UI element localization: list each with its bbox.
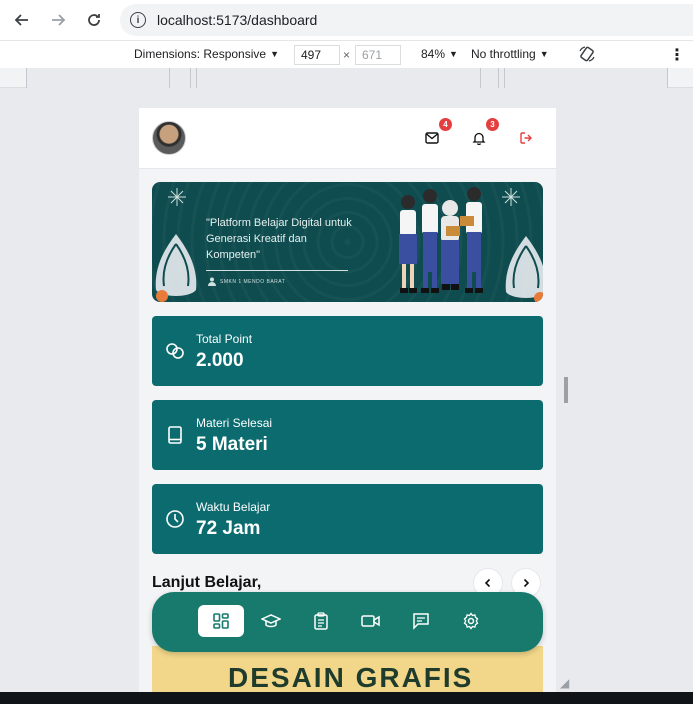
flower-ornament-left [168, 188, 186, 206]
chat-icon [413, 613, 429, 630]
zoom-dropdown[interactable]: 84% ▼ [421, 47, 458, 61]
graduation-cap-icon [261, 614, 281, 628]
info-icon[interactable]: i [130, 12, 146, 28]
forward-button[interactable] [46, 8, 70, 32]
throttling-dropdown[interactable]: No throttling ▼ [471, 47, 549, 61]
bottom-navigation [152, 592, 543, 652]
dimensions-label: Dimensions: Responsive [134, 47, 267, 61]
stat-label: Total Point [196, 332, 253, 346]
caret-down-icon: ▼ [449, 49, 458, 59]
ruler-tick [480, 68, 481, 88]
throttling-label: No throttling [471, 47, 536, 61]
flower-ornament-right [502, 188, 520, 206]
wayang-ornament-right [505, 236, 543, 302]
stat-card-waktu-belajar: Waktu Belajar 72 Jam [152, 484, 543, 554]
arrow-right-icon [52, 14, 66, 26]
nav-dashboard[interactable] [198, 605, 244, 637]
ruler-tick [169, 68, 170, 88]
clock-icon [166, 510, 184, 528]
ruler-tick [196, 68, 197, 88]
section-title: Lanjut Belajar, [152, 574, 262, 591]
caret-down-icon: ▼ [539, 49, 549, 59]
device-toolbar: Dimensions: Responsive ▼ 497 × 671 84% ▼… [0, 40, 693, 68]
bell-icon [472, 132, 486, 145]
stat-label: Waktu Belajar [196, 500, 271, 514]
zoom-label: 84% [421, 47, 446, 61]
times-sign: × [343, 48, 351, 62]
clipboard-icon [314, 612, 328, 630]
nav-chat[interactable] [398, 605, 444, 637]
more-options-icon[interactable]: ⋮ [669, 45, 685, 65]
course-thumbnail-text: DESAIN GRAFIS [228, 662, 474, 692]
avatar[interactable] [152, 121, 186, 155]
address-bar[interactable]: i localhost:5173/dashboard [120, 4, 693, 36]
height-input[interactable]: 671 [355, 45, 401, 65]
settings-icon [463, 612, 479, 630]
nav-video[interactable] [348, 605, 394, 637]
logout-icon [520, 132, 532, 144]
arrow-left-icon [14, 14, 28, 26]
banner-divider [206, 270, 348, 271]
ruler-tick [26, 68, 27, 88]
rotate-button[interactable] [578, 45, 596, 63]
stat-card-total-point: Total Point 2.000 [152, 316, 543, 386]
reload-button[interactable] [82, 8, 106, 32]
url-text: localhost:5173/dashboard [157, 12, 318, 28]
nav-tasks[interactable] [298, 605, 344, 637]
chevron-right-icon [523, 578, 530, 588]
chevron-left-icon [484, 578, 491, 588]
ruler-segment[interactable] [26, 68, 667, 88]
resize-corner-icon[interactable]: ◢ [560, 676, 569, 690]
app-page: 4 3 "Platform Belajar Digital untuk Gene… [139, 108, 556, 692]
notification-badge: 3 [486, 118, 499, 131]
user-icon [208, 277, 216, 286]
media-query-ruler [0, 68, 693, 88]
ruler-tick [504, 68, 505, 88]
caret-down-icon: ▼ [270, 49, 279, 59]
width-input[interactable]: 497 [294, 45, 340, 65]
mail-button[interactable] [422, 128, 442, 148]
dashboard-icon [213, 613, 229, 629]
stat-value: 5 Materi [196, 434, 268, 455]
os-taskbar [0, 692, 693, 704]
app-header: 4 3 [139, 108, 556, 169]
hero-banner: "Platform Belajar Digital untuk Generasi… [152, 182, 543, 302]
browser-toolbar: i localhost:5173/dashboard [0, 0, 693, 40]
stat-value: 2.000 [196, 350, 244, 371]
ruler-tick [667, 68, 668, 88]
banner-quote: "Platform Belajar Digital untuk Generasi… [206, 217, 352, 261]
coins-icon [166, 343, 184, 359]
video-icon [361, 615, 380, 627]
notification-button[interactable] [469, 128, 489, 148]
book-icon [168, 426, 182, 444]
banner-school: SMKN 1 MENDO BARAT [220, 279, 286, 285]
reload-icon [88, 14, 100, 26]
stat-value: 72 Jam [196, 518, 261, 539]
logout-button[interactable] [516, 128, 536, 148]
mail-badge: 4 [439, 118, 452, 131]
dimensions-dropdown[interactable]: Dimensions: Responsive ▼ [134, 47, 279, 61]
back-button[interactable] [10, 8, 34, 32]
stat-card-materi-selesai: Materi Selesai 5 Materi [152, 400, 543, 470]
mail-icon [425, 132, 439, 144]
ruler-tick [190, 68, 191, 88]
stat-label: Materi Selesai [196, 416, 273, 430]
ruler-tick [498, 68, 499, 88]
course-card-thumbnail[interactable]: DESAIN GRAFIS [152, 646, 543, 692]
rotate-icon [579, 46, 595, 62]
nav-settings[interactable] [448, 605, 494, 637]
resize-handle-right[interactable] [564, 377, 568, 403]
wayang-ornament-left [155, 234, 197, 302]
students-illustration [399, 187, 483, 293]
nav-courses[interactable] [248, 605, 294, 637]
